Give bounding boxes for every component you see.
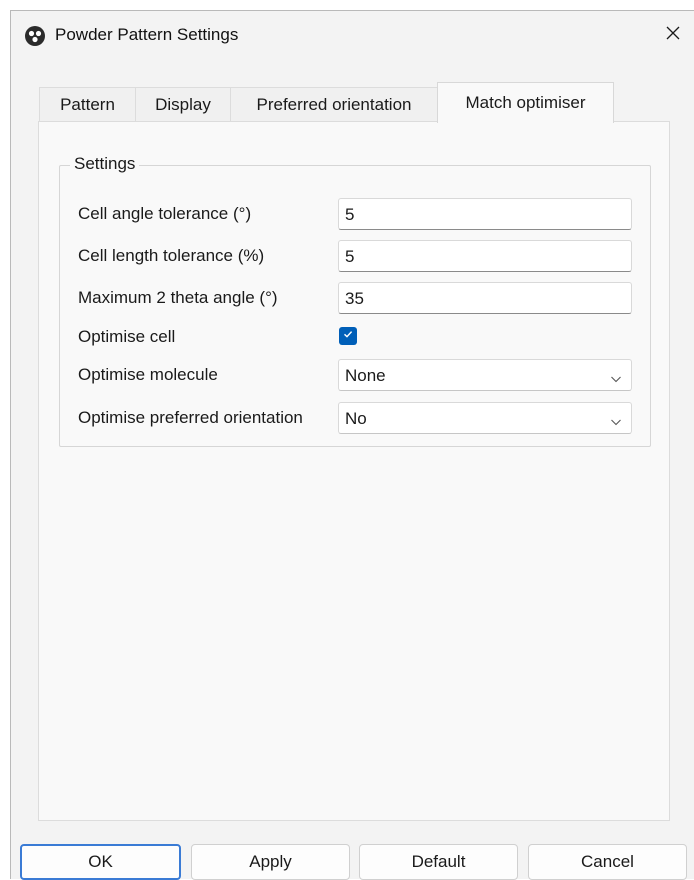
apply-button-label: Apply: [249, 852, 292, 871]
optimise-cell-label: Optimise cell: [78, 327, 176, 346]
cell-length-tolerance-label: Cell length tolerance (%): [78, 246, 265, 265]
checkmark-icon: [342, 327, 354, 345]
dialog-window: Powder Pattern Settings Pattern Display …: [10, 10, 694, 880]
optimise-cell-checkbox[interactable]: [339, 327, 357, 345]
optimise-molecule-dropdown[interactable]: None: [338, 359, 632, 391]
optimise-molecule-label: Optimise molecule: [78, 365, 218, 384]
tab-display[interactable]: Display: [135, 87, 231, 122]
window-title: Powder Pattern Settings: [55, 25, 239, 44]
tab-pane-match-optimiser: Settings Cell angle tolerance (°) 5 Cell…: [38, 121, 670, 821]
chevron-down-icon: [610, 370, 622, 383]
tab-preferred-orientation[interactable]: Preferred orientation: [230, 87, 438, 122]
max-two-theta-input[interactable]: 35: [338, 282, 632, 314]
optimise-preferred-orientation-label: Optimise preferred orientation: [78, 408, 303, 427]
close-button[interactable]: [651, 11, 694, 59]
cell-length-tolerance-input[interactable]: 5: [338, 240, 632, 272]
default-button[interactable]: Default: [359, 844, 518, 880]
optimise-preferred-orientation-value: No: [345, 409, 367, 428]
cancel-button[interactable]: Cancel: [528, 844, 687, 880]
cell-angle-tolerance-label: Cell angle tolerance (°): [78, 204, 252, 223]
tab-pattern-label: Pattern: [60, 95, 115, 114]
cell-angle-tolerance-input[interactable]: 5: [338, 198, 632, 230]
close-icon: [665, 25, 681, 46]
max-two-theta-label: Maximum 2 theta angle (°): [78, 288, 278, 307]
title-bar[interactable]: Powder Pattern Settings: [11, 11, 694, 59]
settings-group-title: Settings: [70, 154, 140, 174]
ok-button[interactable]: OK: [20, 844, 181, 880]
tab-preferred-orientation-label: Preferred orientation: [256, 95, 412, 114]
settings-group: Settings Cell angle tolerance (°) 5 Cell…: [59, 154, 651, 447]
default-button-label: Default: [411, 852, 466, 871]
optimise-preferred-orientation-dropdown[interactable]: No: [338, 402, 632, 434]
tab-display-label: Display: [155, 95, 211, 114]
tab-match-optimiser[interactable]: Match optimiser: [437, 82, 614, 123]
cancel-button-label: Cancel: [581, 852, 634, 871]
optimise-molecule-value: None: [345, 366, 386, 385]
tab-pattern[interactable]: Pattern: [39, 87, 136, 122]
chevron-down-icon: [610, 413, 622, 426]
ok-button-label: OK: [88, 852, 113, 871]
tab-match-optimiser-label: Match optimiser: [465, 93, 586, 112]
app-logo-icon: [25, 26, 45, 46]
apply-button[interactable]: Apply: [191, 844, 350, 880]
